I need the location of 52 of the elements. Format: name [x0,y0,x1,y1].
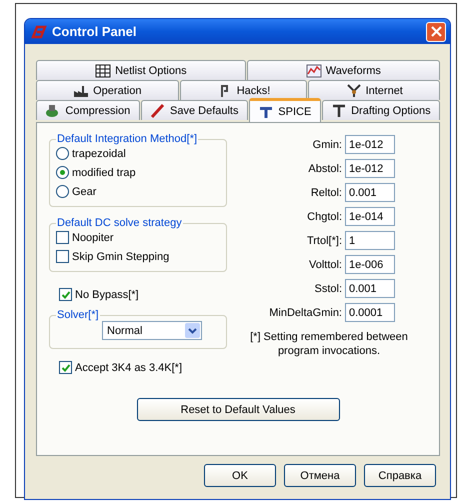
radio-button[interactable]: Gear [56,183,220,200]
checkbox[interactable]: Noopiter [56,229,220,246]
field-label: Abstol: [307,162,342,174]
group-title: Default DC solve strategy [56,217,183,229]
close-icon [430,25,442,38]
tab[interactable]: Compression [36,100,140,120]
chart-icon [306,62,322,78]
radio-button[interactable]: trapezoidal [56,145,220,162]
field-label: Gmin: [312,138,342,150]
reset-button[interactable]: Reset to Default Values [136,398,340,421]
checkbox[interactable]: Skip Gmin Stepping [56,248,220,265]
input-field[interactable]: 1 [345,231,395,250]
dialog-button[interactable]: OK [204,464,276,487]
group-title: Solver[*] [56,309,100,321]
dialog-button[interactable]: Отмена [284,464,356,487]
tab[interactable]: SPICE [248,98,321,122]
antenna-icon [346,82,362,98]
tab[interactable]: Drafting Options [322,100,440,120]
radio-button[interactable]: modified trap [56,164,220,181]
tab[interactable]: Operation [36,80,179,100]
tab[interactable]: Hacks! [180,80,308,100]
checkmark-icon [60,290,70,300]
field-label: Chgtol: [306,210,342,222]
checkbox[interactable]: No Bypass[*] [59,286,227,303]
tab[interactable]: Waveforms [246,60,440,80]
field-label: Trtol[*]: [306,234,342,246]
checkmark-icon [60,362,70,372]
tab[interactable]: Save Defaults [140,100,248,120]
field-label: Volttol: [308,258,342,270]
input-field[interactable]: 0.001 [345,279,395,298]
input-field[interactable]: 0.0001 [345,303,395,322]
field-label: Reltol: [310,186,342,198]
window-title: Control Panel [52,24,138,39]
solver-dropdown[interactable]: Normal [102,321,202,340]
footnote-text: [*] Setting remembered between program invocations. [249,330,409,358]
field-label: MinDeltaGmin: [268,306,342,318]
grid-icon [95,62,112,78]
input-field[interactable]: 1e-006 [345,255,395,274]
input-field[interactable]: 1e-012 [345,159,395,178]
dialog-button[interactable]: Справка [364,464,436,487]
tee-icon [331,102,348,118]
close-button[interactable] [426,22,446,42]
tab[interactable]: Netlist Options [36,60,246,80]
input-field[interactable]: 1e-012 [345,135,395,154]
input-field[interactable]: 0.001 [345,183,395,202]
group-title: Default Integration Method[*] [56,133,198,145]
tab[interactable]: Internet [308,80,440,100]
input-field[interactable]: 1e-014 [345,207,395,226]
pen-icon [150,102,166,118]
field-label: Sstol: [313,282,342,294]
app-icon [31,24,47,38]
checkbox[interactable]: Accept 3K4 as 3.4K[*] [59,359,227,376]
